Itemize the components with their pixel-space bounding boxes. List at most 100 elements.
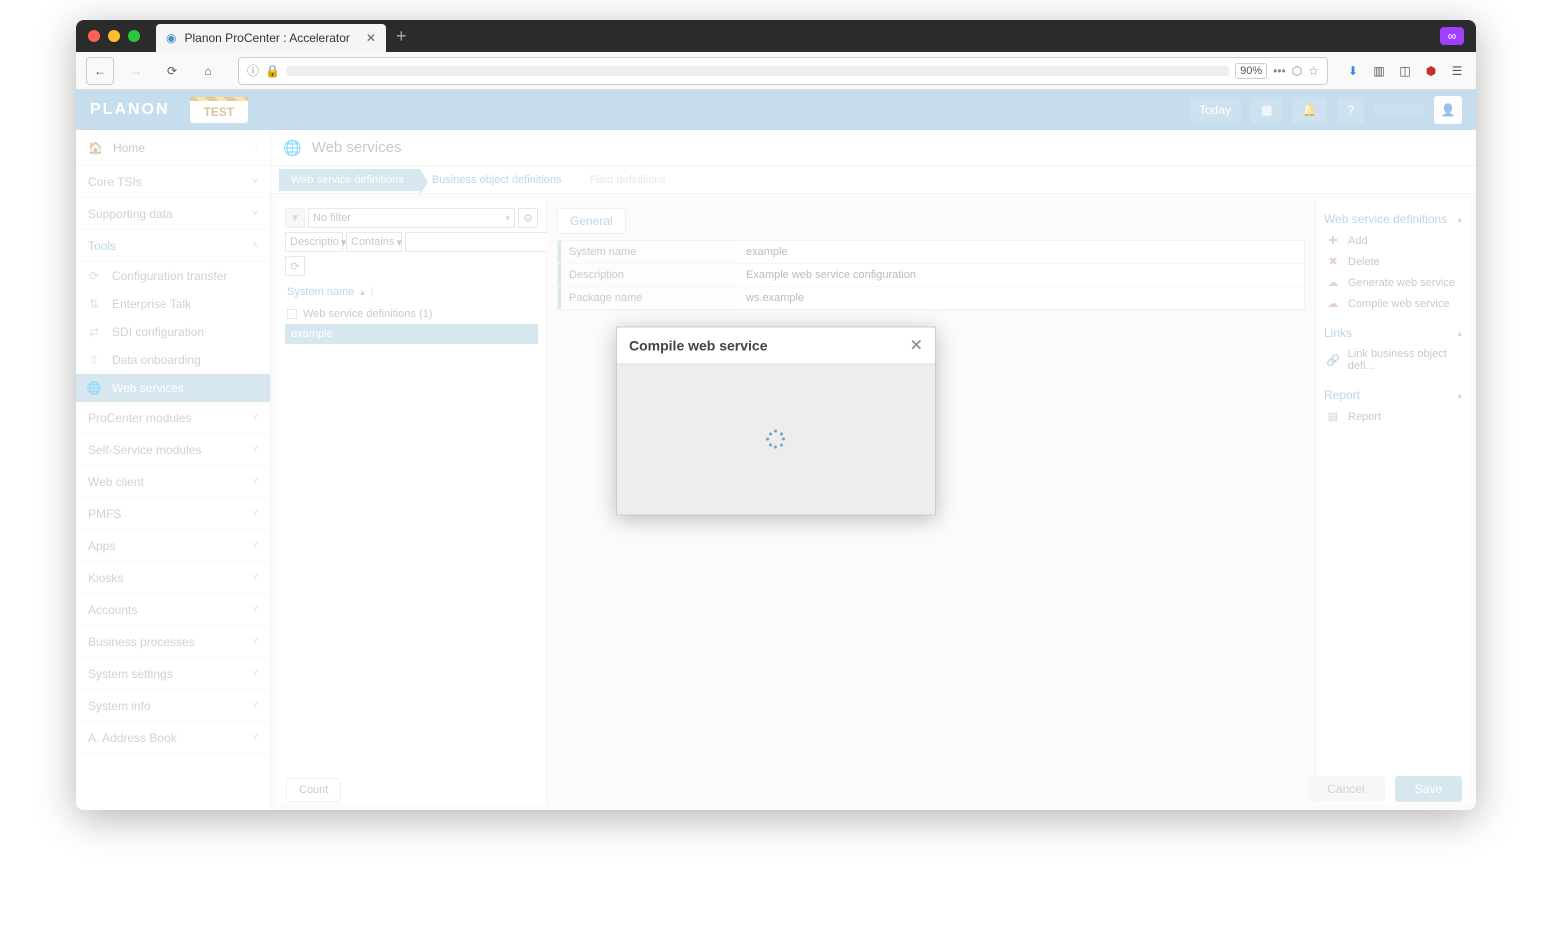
sidebar-home-label: Home: [113, 141, 145, 155]
menu-icon[interactable]: ☰: [1448, 62, 1466, 80]
sidebar-item[interactable]: ⇅Enterprise Talk: [76, 290, 270, 318]
sidebar-item[interactable]: ⇄SDI configuration: [76, 318, 270, 346]
extension-badge-icon[interactable]: ∞: [1440, 27, 1464, 45]
sidebar-item[interactable]: ⟳Configuration transfer: [76, 262, 270, 290]
sidebar-group[interactable]: PMFS˅: [76, 498, 270, 530]
sidebar-group[interactable]: Web client˅: [76, 466, 270, 498]
filter-value-input[interactable]: [405, 232, 557, 252]
breadcrumb-item: Field definitions: [578, 169, 682, 191]
forward-button[interactable]: →: [122, 57, 150, 85]
sidebar-item[interactable]: ⇧Data onboarding: [76, 346, 270, 374]
list-row-selected[interactable]: example: [285, 324, 538, 344]
zoom-indicator[interactable]: 90%: [1235, 63, 1267, 79]
sidebar-group[interactable]: Business processes˅: [76, 626, 270, 658]
action-group-report[interactable]: Report▴: [1324, 384, 1462, 406]
filter-funnel-icon[interactable]: ▼: [285, 208, 305, 228]
sidebar-group[interactable]: Self-Service modules˅: [76, 434, 270, 466]
sidebar-group[interactable]: System settings˅: [76, 658, 270, 690]
shield-icon[interactable]: ⬢: [1422, 62, 1440, 80]
sidebar-group[interactable]: A. Address Book˅: [76, 722, 270, 754]
property-row: DescriptionExample web service configura…: [558, 264, 1304, 287]
action-item[interactable]: ☁Compile web service: [1324, 293, 1462, 314]
browser-toolbar: ← → ⟳ ⌂ ⓘ 🔒 90% ••• ⬡ ☆ ⬇ ▥ ◫ ⬢ ☰: [76, 52, 1476, 90]
gear-icon: ☁: [1326, 297, 1340, 310]
sidebar-collapse-icon[interactable]: ‹: [255, 142, 258, 153]
sidebar: 🏠 Home ‹ Core TSIs˅Supporting data˅Tools…: [76, 130, 271, 810]
sidebar-group[interactable]: Tools˄: [76, 230, 270, 262]
home-button[interactable]: ⌂: [194, 57, 222, 85]
action-item[interactable]: ✚Add: [1324, 230, 1462, 251]
today-button[interactable]: Today: [1189, 97, 1241, 123]
action-group-links[interactable]: Links▴: [1324, 322, 1462, 344]
updown-icon: ⇅: [86, 297, 102, 311]
action-group-definitions[interactable]: Web service definitions▴: [1324, 208, 1462, 230]
library-icon[interactable]: ▥: [1370, 62, 1388, 80]
filter-field-select[interactable]: Descriptio▾: [285, 232, 343, 252]
url-text-blurred: [286, 66, 1229, 76]
sidebar-group[interactable]: System info˅: [76, 690, 270, 722]
sidebar-group[interactable]: Supporting data˅: [76, 198, 270, 230]
property-value: Example web service configuration: [738, 264, 1304, 286]
count-button[interactable]: Count: [286, 778, 341, 802]
sidebar-group[interactable]: ProCenter modules˅: [76, 402, 270, 434]
globe-icon: 🌐: [283, 139, 302, 157]
filter-settings-icon[interactable]: ⚙: [518, 208, 538, 228]
lock-icon: 🔒: [265, 64, 280, 78]
url-bar[interactable]: ⓘ 🔒 90% ••• ⬡ ☆: [238, 57, 1328, 85]
info-icon[interactable]: ⓘ: [247, 62, 259, 79]
browser-tab[interactable]: ◉ Planon ProCenter : Accelerator ✕: [156, 24, 386, 52]
save-button[interactable]: Save: [1395, 776, 1462, 802]
action-item[interactable]: ☁Generate web service: [1324, 272, 1462, 293]
window-titlebar: ◉ Planon ProCenter : Accelerator ✕ + ∞: [76, 20, 1476, 52]
sidebar-group[interactable]: Core TSIs˅: [76, 166, 270, 198]
sidebar-group[interactable]: Accounts˅: [76, 594, 270, 626]
action-item[interactable]: ✖Delete: [1324, 251, 1462, 272]
notifications-icon[interactable]: 🔔: [1292, 97, 1327, 123]
reload-button[interactable]: ⟳: [158, 57, 186, 85]
user-menu[interactable]: [1374, 104, 1424, 116]
sidebar-home[interactable]: 🏠 Home ‹: [76, 130, 270, 166]
sidebar-group[interactable]: Apps˅: [76, 530, 270, 562]
property-label: Description: [558, 264, 738, 286]
environment-badge: TEST: [190, 97, 249, 123]
app-header: PLANON TEST Today ▦ 🔔 ? 👤: [76, 90, 1476, 130]
cancel-button[interactable]: Cancel: [1307, 776, 1384, 802]
doc-icon: ▤: [1326, 410, 1340, 423]
window-maximize-button[interactable]: [128, 30, 140, 42]
bookmark-icon[interactable]: ☆: [1308, 64, 1319, 78]
help-icon[interactable]: ?: [1337, 97, 1364, 123]
user-avatar-icon[interactable]: 👤: [1434, 96, 1462, 124]
downloads-icon[interactable]: ⬇: [1344, 62, 1362, 80]
modal-body: [617, 365, 935, 515]
refresh-icon: ⟳: [86, 269, 102, 283]
refresh-list-icon[interactable]: ⟳: [285, 256, 305, 276]
property-value: example: [738, 241, 1304, 263]
filter-op-select[interactable]: Contains▾: [346, 232, 402, 252]
property-label: Package name: [558, 287, 738, 309]
home-icon: 🏠: [88, 141, 103, 155]
breadcrumb-item[interactable]: Business object definitions: [420, 169, 578, 191]
property-row: System nameexample: [558, 241, 1304, 264]
list-sort-header[interactable]: System name ▴ |: [285, 280, 538, 304]
back-button[interactable]: ←: [86, 57, 114, 85]
actions-panel: Web service definitions▴ ✚Add✖Delete☁Gen…: [1315, 200, 1470, 804]
tab-close-icon[interactable]: ✕: [366, 31, 376, 45]
action-item[interactable]: 🔗Link business object defi...: [1324, 344, 1462, 376]
calendar-icon[interactable]: ▦: [1251, 97, 1282, 123]
action-item[interactable]: ▤Report: [1324, 406, 1462, 427]
pocket-icon[interactable]: ⬡: [1292, 64, 1302, 78]
compile-modal: Compile web service ✕: [616, 327, 936, 516]
more-icon[interactable]: •••: [1273, 64, 1286, 78]
sidebar-icon[interactable]: ◫: [1396, 62, 1414, 80]
window-close-button[interactable]: [88, 30, 100, 42]
modal-close-icon[interactable]: ✕: [910, 336, 923, 356]
breadcrumb-item[interactable]: Web service definitions: [279, 169, 420, 191]
list-group-header[interactable]: Web service definitions (1): [285, 304, 538, 324]
sidebar-item[interactable]: 🌐Web services: [76, 374, 270, 402]
filter-select[interactable]: No filter▾: [308, 208, 515, 228]
window-minimize-button[interactable]: [108, 30, 120, 42]
detail-tab-general[interactable]: General: [557, 208, 626, 234]
sidebar-group[interactable]: Kiosks˅: [76, 562, 270, 594]
new-tab-button[interactable]: +: [396, 26, 407, 47]
link-icon: 🔗: [1326, 354, 1340, 367]
